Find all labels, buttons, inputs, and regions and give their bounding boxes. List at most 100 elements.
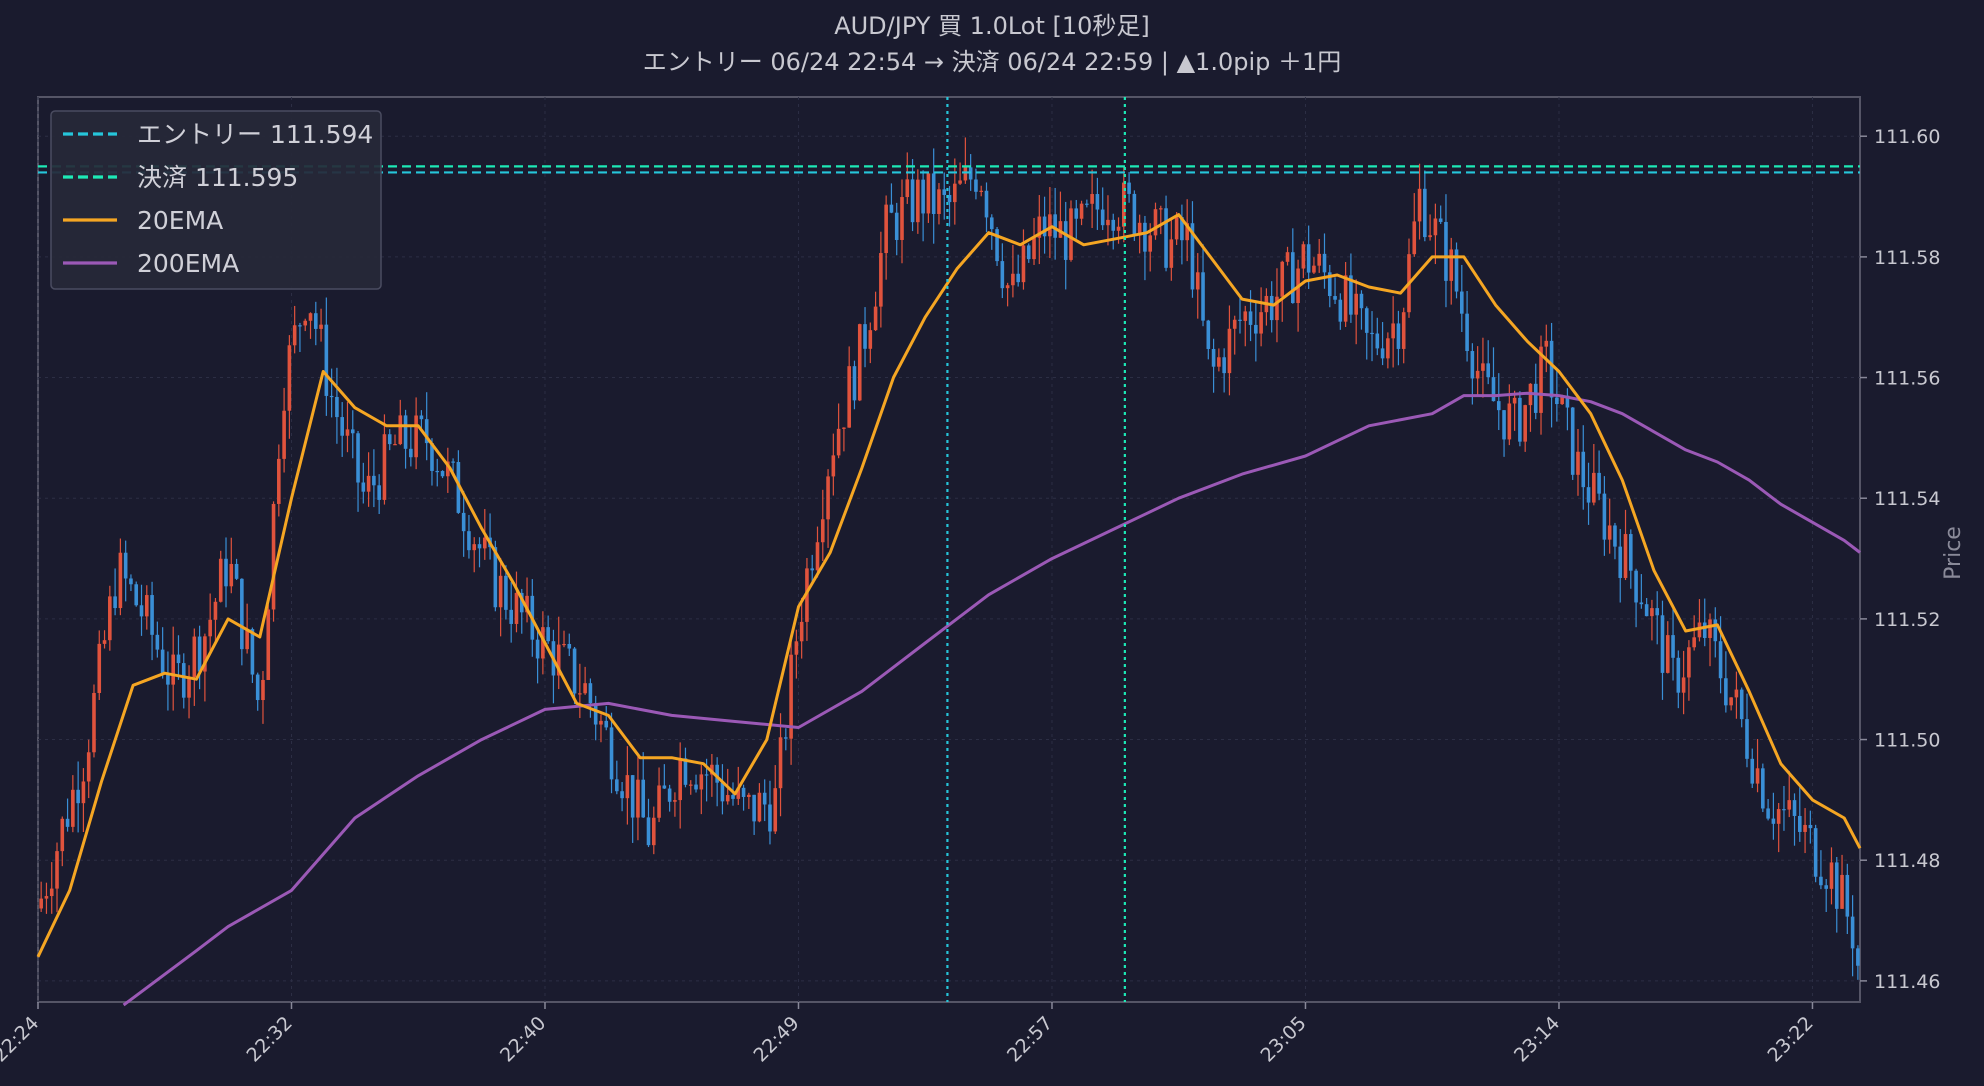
candle-body xyxy=(921,179,925,214)
candle-body xyxy=(1312,265,1316,273)
candle-body xyxy=(313,313,318,329)
candle-body xyxy=(1544,340,1549,347)
candle-body xyxy=(1026,245,1031,260)
candle-body xyxy=(160,649,165,675)
candle-body xyxy=(71,789,75,827)
candle-body xyxy=(1211,348,1216,367)
candle-body xyxy=(1718,641,1723,679)
candle-body xyxy=(1238,319,1242,321)
candle-body xyxy=(240,578,244,650)
candle-body xyxy=(1634,570,1638,603)
candle-body xyxy=(731,795,735,799)
candle-body xyxy=(303,320,308,326)
candle-body xyxy=(1824,885,1829,889)
candle-body xyxy=(673,800,677,802)
candle-body xyxy=(820,519,825,543)
candle-body xyxy=(192,636,197,678)
candle-body xyxy=(1771,818,1776,824)
candle-body xyxy=(1386,338,1390,359)
candle-body xyxy=(1613,525,1617,547)
candle-body xyxy=(1444,221,1448,281)
candle-body xyxy=(852,366,857,401)
candle-body xyxy=(784,737,788,739)
candle-body xyxy=(102,640,107,644)
candle-body xyxy=(176,654,181,664)
candle-body xyxy=(1232,319,1237,329)
candle-body xyxy=(641,779,646,818)
candle-body xyxy=(345,429,350,436)
candle-body xyxy=(324,324,329,396)
candle-body xyxy=(1254,324,1258,334)
candle-body xyxy=(123,552,128,579)
candle-body xyxy=(1338,299,1343,322)
candle-body xyxy=(1639,602,1644,605)
candle-body xyxy=(535,639,540,659)
candle-body xyxy=(593,703,598,725)
candle-body xyxy=(1011,273,1015,286)
candle-body xyxy=(118,552,123,609)
candle-body xyxy=(1856,948,1860,966)
candle-body xyxy=(1776,809,1781,824)
candle-body xyxy=(451,461,455,463)
candle-body xyxy=(1792,800,1797,816)
candle-body xyxy=(461,512,466,532)
candle-body xyxy=(155,634,160,650)
candle-body xyxy=(49,888,54,897)
candle-body xyxy=(1449,249,1454,281)
candle-body xyxy=(1106,219,1110,226)
candle-body xyxy=(1676,657,1681,693)
candle-body xyxy=(1623,534,1628,578)
candle-body xyxy=(1523,405,1527,442)
candle-body xyxy=(1401,312,1406,349)
candle-body xyxy=(974,179,978,192)
candle-body xyxy=(1819,876,1823,886)
candle-body xyxy=(636,779,640,818)
y-tick-label: 111.54 xyxy=(1874,488,1940,510)
candle-body xyxy=(1317,253,1322,266)
chart-svg: AUD/JPY 買 1.0Lot [10秒足] エントリー 06/24 22:5… xyxy=(0,0,1984,1082)
candle-body xyxy=(398,415,403,445)
candle-body xyxy=(1301,244,1306,269)
candle-body xyxy=(1412,221,1417,255)
candle-body xyxy=(356,433,360,483)
candle-body xyxy=(208,619,212,637)
candle-body xyxy=(630,775,635,818)
candle-body xyxy=(662,785,667,789)
candle-body xyxy=(625,775,630,799)
candle-body xyxy=(747,794,751,797)
candle-body xyxy=(1201,272,1205,321)
candle-body xyxy=(1364,308,1369,333)
candle-body xyxy=(1285,252,1290,262)
candle-body xyxy=(171,654,175,685)
candle-body xyxy=(694,784,698,790)
candle-body xyxy=(1813,828,1818,877)
candle-body xyxy=(752,794,756,822)
y-tick-label: 111.60 xyxy=(1874,126,1940,148)
candle-body xyxy=(1729,697,1733,706)
candle-body xyxy=(773,788,778,832)
candle-body xyxy=(292,325,297,346)
candle-body xyxy=(1840,874,1844,909)
candle-body xyxy=(1370,332,1374,335)
candle-body xyxy=(1750,758,1755,784)
candle-body xyxy=(916,179,920,223)
candle-body xyxy=(979,190,984,192)
candle-body xyxy=(1597,472,1601,494)
candle-body xyxy=(1021,245,1026,283)
candle-body xyxy=(1032,237,1036,260)
candle-body xyxy=(1502,410,1506,440)
candle-body xyxy=(372,475,376,486)
candle-body xyxy=(1095,194,1100,210)
candle-body xyxy=(335,396,339,418)
candle-body xyxy=(688,784,693,786)
candle-body xyxy=(1533,383,1538,413)
candle-body xyxy=(187,677,191,698)
candle-body xyxy=(1343,275,1348,322)
chart-title: AUD/JPY 買 1.0Lot [10秒足] xyxy=(834,12,1150,40)
candle-body xyxy=(1111,219,1116,231)
candle-body xyxy=(477,544,482,549)
candle-body xyxy=(894,212,899,240)
candle-body xyxy=(224,558,228,587)
candle-body xyxy=(725,795,730,802)
candle-body xyxy=(472,544,477,551)
